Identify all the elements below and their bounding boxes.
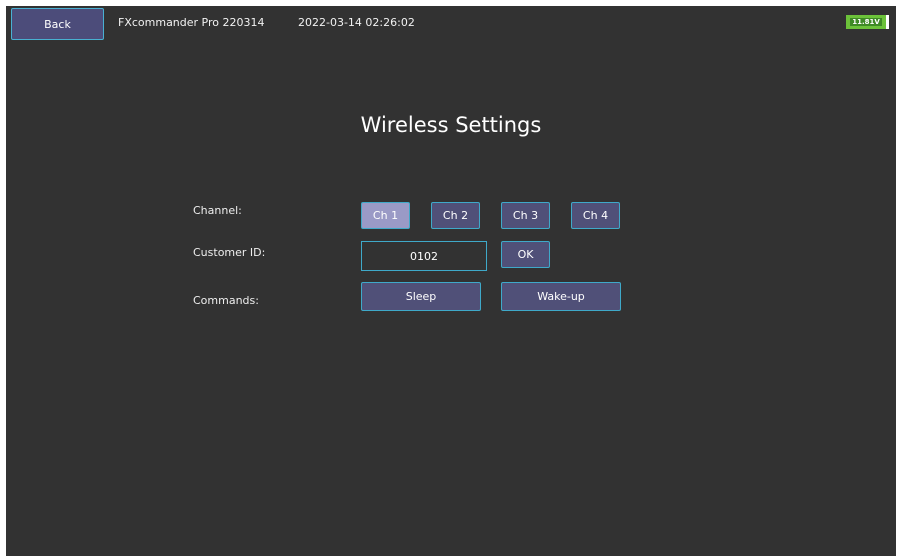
customer-id-input[interactable] (361, 241, 487, 271)
back-button[interactable]: Back (11, 8, 104, 40)
channel-1-label: Ch 1 (372, 209, 399, 222)
sleep-button[interactable]: Sleep (361, 282, 481, 311)
datetime: 2022-03-14 02:26:02 (298, 16, 415, 29)
wake-up-button-label: Wake-up (537, 290, 585, 303)
channel-label: Channel: (193, 204, 242, 217)
battery-voltage: 11.81V (850, 18, 882, 26)
page-title: Wireless Settings (360, 113, 542, 137)
battery-icon: 11.81V (846, 15, 889, 29)
ok-button[interactable]: OK (501, 241, 550, 268)
channel-3-label: Ch 3 (512, 209, 539, 222)
channel-2-label: Ch 2 (442, 209, 469, 222)
customer-id-label: Customer ID: (193, 246, 266, 259)
channel-4-label: Ch 4 (582, 209, 609, 222)
app-title: FXcommander Pro 220314 (118, 16, 265, 29)
back-button-label: Back (44, 17, 71, 31)
channel-3-button[interactable]: Ch 3 (501, 202, 550, 229)
commands-label: Commands: (193, 294, 259, 307)
channel-1-button[interactable]: Ch 1 (361, 202, 410, 229)
channel-2-button[interactable]: Ch 2 (431, 202, 480, 229)
screen: Back FXcommander Pro 220314 2022-03-14 0… (6, 6, 896, 556)
sleep-button-label: Sleep (405, 290, 437, 303)
wake-up-button[interactable]: Wake-up (501, 282, 621, 311)
channel-4-button[interactable]: Ch 4 (571, 202, 620, 229)
ok-button-label: OK (517, 248, 534, 261)
